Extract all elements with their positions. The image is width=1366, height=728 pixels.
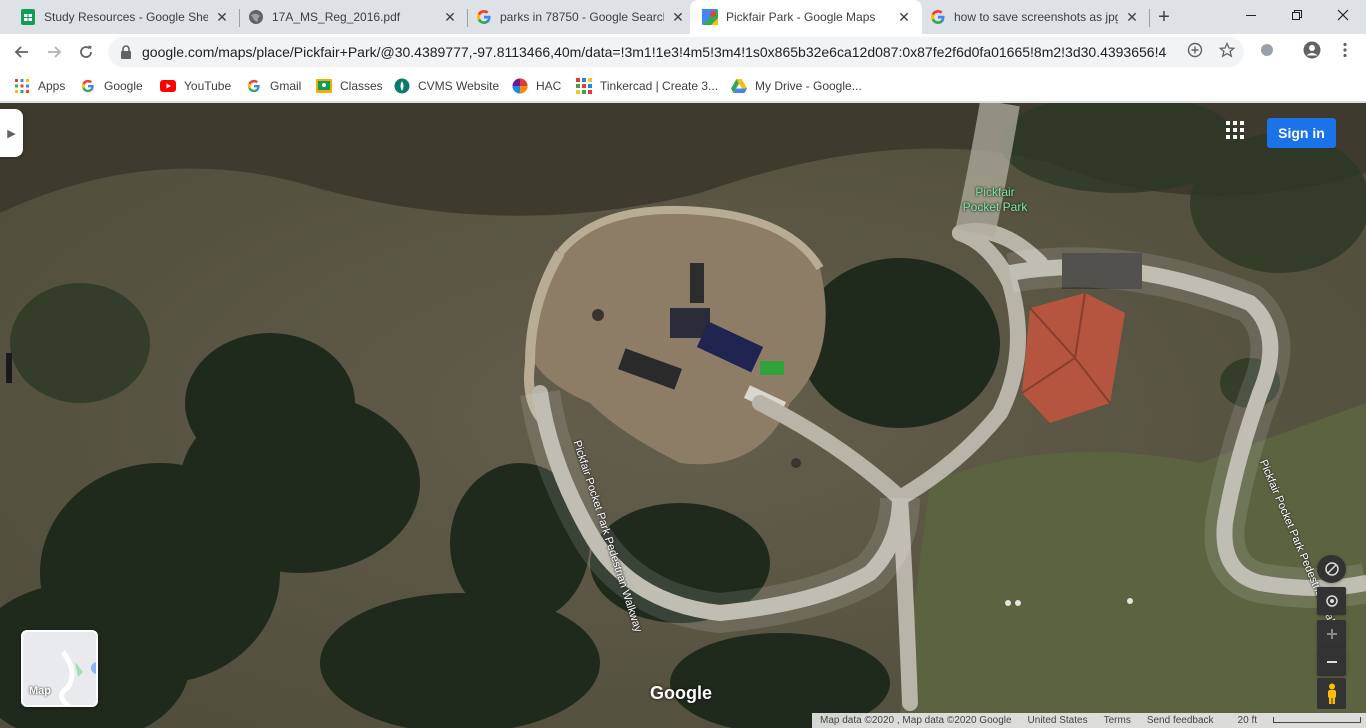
- satellite-map[interactable]: ▶ Sign in Pickfair Pocket Park Pickfair …: [0, 103, 1366, 728]
- close-icon[interactable]: ✕: [442, 9, 458, 25]
- terms-link[interactable]: Terms: [1104, 715, 1131, 726]
- bookmark-label: Google: [104, 79, 143, 93]
- bookmark-label: Gmail: [270, 79, 302, 93]
- tab-title: Pickfair Park - Google Maps: [726, 10, 876, 24]
- minimize-button[interactable]: [1228, 0, 1274, 30]
- google-icon: [80, 78, 96, 94]
- scale-label: 20 ft: [1237, 715, 1258, 726]
- tinkercad-icon: [576, 78, 592, 94]
- bookmark-my-drive[interactable]: My Drive - Google...: [731, 76, 862, 96]
- bookmark-label: Classes: [340, 79, 383, 93]
- close-icon[interactable]: ✕: [670, 9, 686, 25]
- sheets-icon: [20, 9, 36, 25]
- browser-toolbar: google.com/maps/place/Pickfair+Park/@30.…: [0, 34, 1366, 70]
- close-icon[interactable]: ✕: [896, 9, 912, 25]
- bookmark-label: Apps: [38, 79, 66, 93]
- bookmark-google[interactable]: Google: [80, 76, 143, 96]
- satellite-imagery: [0, 103, 1366, 728]
- scale-bar: [1273, 717, 1362, 724]
- tab-title: how to save screenshots as jpg: [954, 10, 1118, 24]
- tab-strip: Study Resources - Google Shee ✕ 17A_MS_R…: [0, 0, 1366, 34]
- collapse-side-panel-button[interactable]: ▶: [0, 109, 23, 157]
- sign-in-button[interactable]: Sign in: [1267, 118, 1336, 148]
- hac-icon: [512, 78, 528, 94]
- tab-title: parks in 78750 - Google Search: [500, 10, 664, 24]
- map-layer-toggle[interactable]: Map: [21, 630, 98, 707]
- bookmark-tinkercad[interactable]: Tinkercad | Create 3...: [576, 76, 718, 96]
- globe-icon: [248, 9, 264, 25]
- google-apps-icon[interactable]: [1226, 121, 1246, 141]
- drive-icon: [731, 78, 747, 94]
- tab-google-search[interactable]: parks in 78750 - Google Search ✕: [464, 0, 696, 34]
- poi-label-line: Pocket Park: [962, 200, 1028, 214]
- zoom-in-button[interactable]: [1317, 620, 1346, 648]
- close-icon[interactable]: ✕: [214, 9, 230, 25]
- extension-icon[interactable]: [1258, 41, 1276, 59]
- bookmark-label: My Drive - Google...: [755, 79, 862, 93]
- my-location-button[interactable]: [1317, 587, 1346, 615]
- scale-indicator[interactable]: 20 ft: [1230, 715, 1366, 726]
- tab-pdf[interactable]: 17A_MS_Reg_2016.pdf ✕: [236, 0, 468, 34]
- zoom-out-button[interactable]: [1317, 648, 1346, 676]
- bookmark-gmail[interactable]: Gmail: [246, 76, 301, 96]
- new-tab-button[interactable]: +: [1152, 5, 1176, 29]
- bookmark-label: CVMS Website: [418, 79, 500, 93]
- map-footer: Map data ©2020 , Map data ©2020 Google U…: [812, 713, 1366, 728]
- country-link[interactable]: United States: [1028, 715, 1088, 726]
- install-app-icon[interactable]: [1186, 41, 1204, 59]
- forward-button[interactable]: [40, 38, 68, 66]
- google-icon: [930, 9, 946, 25]
- cvms-icon: [394, 78, 410, 94]
- bookmark-youtube[interactable]: YouTube: [160, 76, 231, 96]
- lock-icon: [120, 45, 134, 59]
- youtube-icon: [160, 78, 176, 94]
- map-data-attribution: Map data ©2020 , Map data ©2020 Google: [820, 715, 1012, 726]
- bookmarks-bar: Apps Google YouTube Gmail Classes CVMS W…: [0, 70, 1366, 102]
- send-feedback-link[interactable]: Send feedback: [1147, 715, 1214, 726]
- bookmark-apps[interactable]: Apps: [14, 76, 65, 96]
- close-window-button[interactable]: [1320, 0, 1366, 30]
- bookmark-label: HAC: [536, 79, 562, 93]
- classroom-icon: [316, 78, 332, 94]
- bookmark-star-icon[interactable]: [1218, 41, 1236, 59]
- poi-label-line: Pickfair: [975, 185, 1015, 199]
- tab-google-maps[interactable]: Pickfair Park - Google Maps ✕: [690, 0, 922, 34]
- bookmark-classes[interactable]: Classes: [316, 76, 383, 96]
- tab-title: Study Resources - Google Shee: [44, 10, 208, 24]
- google-logo: Google: [650, 683, 712, 703]
- reload-button[interactable]: [72, 38, 100, 66]
- google-icon: [476, 9, 492, 25]
- url-text: google.com/maps/place/Pickfair+Park/@30.…: [142, 44, 1167, 60]
- compass-icon[interactable]: [1317, 555, 1346, 583]
- bookmark-label: Tinkercad | Create 3...: [600, 79, 719, 93]
- back-button[interactable]: [8, 38, 36, 66]
- tab-study-resources[interactable]: Study Resources - Google Shee ✕: [8, 0, 240, 34]
- menu-kebab-icon[interactable]: [1336, 41, 1354, 59]
- apps-grid-icon: [14, 78, 30, 94]
- bookmark-cvms[interactable]: CVMS Website: [394, 76, 499, 96]
- maps-icon: [702, 9, 718, 25]
- tab-title: 17A_MS_Reg_2016.pdf: [272, 10, 401, 24]
- bookmark-label: YouTube: [184, 79, 232, 93]
- address-bar[interactable]: google.com/maps/place/Pickfair+Park/@30.…: [108, 37, 1244, 67]
- tab-screenshots-search[interactable]: how to save screenshots as jpg ✕: [918, 0, 1150, 34]
- layer-label: Map: [29, 685, 51, 697]
- profile-icon[interactable]: [1303, 41, 1321, 59]
- bookmark-hac[interactable]: HAC: [512, 76, 561, 96]
- poi-label-pickfair-pocket-park[interactable]: Pickfair Pocket Park: [940, 185, 1050, 215]
- restore-button[interactable]: [1274, 0, 1320, 30]
- close-icon[interactable]: ✕: [1124, 9, 1140, 25]
- pegman-icon[interactable]: [1317, 678, 1346, 709]
- google-icon: [246, 78, 262, 94]
